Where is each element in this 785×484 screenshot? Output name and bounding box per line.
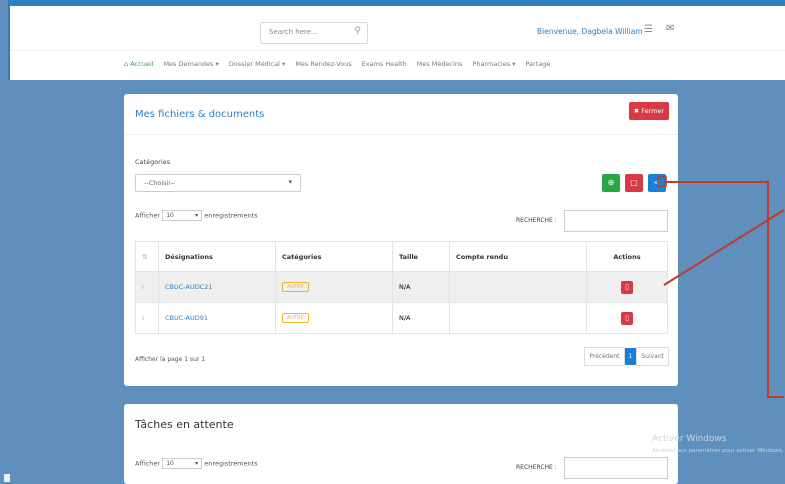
status-bar [4, 474, 10, 482]
callout-line-delete [663, 209, 785, 286]
callout-line-share [664, 181, 784, 398]
activate-windows-subtitle: Accédez aux paramètres pour activer Wind… [652, 448, 784, 454]
activate-windows-title: Activer Windows [652, 434, 727, 444]
callout-arrows [657, 176, 785, 398]
